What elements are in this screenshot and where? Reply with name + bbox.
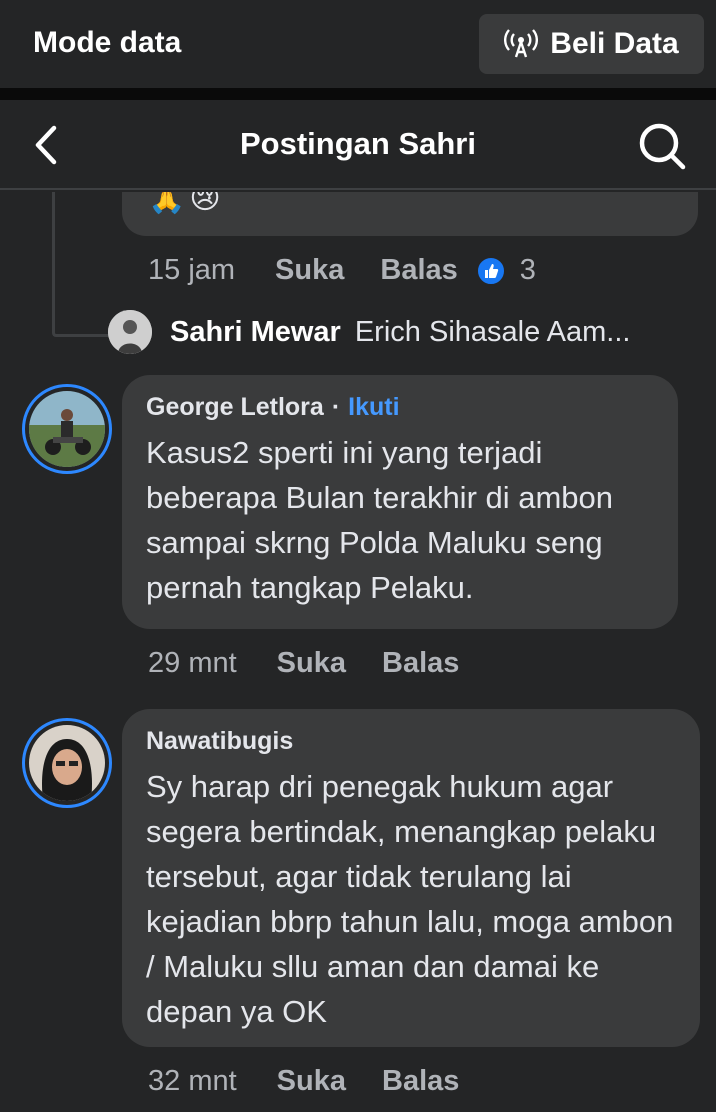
comment-bubble[interactable]: George Letlora · Ikuti Kasus2 sperti ini… bbox=[122, 375, 678, 629]
comment-text: Sy harap dri penegak hukum agar segera b… bbox=[146, 769, 674, 1029]
like-button[interactable]: Suka bbox=[275, 254, 344, 287]
comment-author[interactable]: George Letlora bbox=[146, 393, 324, 422]
comment-author[interactable]: Nawatibugis bbox=[146, 727, 293, 756]
buy-data-label: Beli Data bbox=[550, 27, 679, 60]
reaction-count[interactable]: 3 bbox=[520, 254, 536, 287]
data-mode-title: Mode data bbox=[33, 26, 182, 59]
search-icon[interactable] bbox=[636, 120, 688, 172]
reply-text: Erich Sihasale Aam... bbox=[354, 315, 631, 348]
comment-time: 32 mnt bbox=[148, 1065, 237, 1097]
reply-button[interactable]: Balas bbox=[382, 647, 459, 680]
comment-actions: 29 mnt Suka Balas bbox=[148, 647, 495, 680]
comment-emojis: 🙏 😢 bbox=[148, 192, 221, 214]
antenna-icon bbox=[504, 29, 539, 58]
divider bbox=[0, 88, 716, 100]
reply-button[interactable]: Balas bbox=[382, 1065, 459, 1098]
avatar[interactable] bbox=[22, 384, 112, 474]
like-button[interactable]: Suka bbox=[277, 647, 346, 680]
avatar[interactable] bbox=[22, 718, 112, 808]
reply-preview[interactable]: Sahri Mewar Erich Sihasale Aam... bbox=[108, 310, 630, 354]
thread-connector bbox=[52, 192, 112, 337]
reply-author[interactable]: Sahri Mewar bbox=[170, 316, 341, 349]
thumbs-up-icon bbox=[475, 255, 506, 286]
folded-hands-emoji: 🙏 bbox=[148, 192, 186, 215]
avatar bbox=[108, 310, 152, 354]
comments-list[interactable]: 🙏 😢 15 jam Suka Balas 3 Sahri Mewar Eric… bbox=[0, 192, 716, 1112]
comment-text: Kasus2 sperti ini yang terjadi beberapa … bbox=[146, 435, 614, 605]
comment-time: 15 jam bbox=[148, 254, 236, 286]
like-button[interactable]: Suka bbox=[277, 1065, 346, 1098]
data-mode-banner: Mode data Beli Data bbox=[0, 0, 716, 88]
separator-dot: · bbox=[331, 393, 341, 421]
buy-data-button[interactable]: Beli Data bbox=[479, 14, 704, 74]
page-title: Postingan Sahri bbox=[240, 126, 476, 161]
comment-time: 29 mnt bbox=[148, 647, 237, 679]
comment-author-row: George Letlora · Ikuti bbox=[146, 393, 654, 422]
comment-author-row: Nawatibugis bbox=[146, 727, 676, 756]
comment-bubble[interactable]: Nawatibugis Sy harap dri penegak hukum a… bbox=[122, 709, 700, 1047]
reply-button[interactable]: Balas bbox=[380, 254, 457, 287]
comment-actions: 32 mnt Suka Balas bbox=[148, 1065, 495, 1098]
previous-comment-actions: 15 jam Suka Balas 3 bbox=[148, 254, 536, 287]
follow-link[interactable]: Ikuti bbox=[348, 393, 399, 422]
post-header: Postingan Sahri bbox=[0, 100, 716, 190]
sad-face-emoji: 😢 bbox=[189, 192, 221, 215]
